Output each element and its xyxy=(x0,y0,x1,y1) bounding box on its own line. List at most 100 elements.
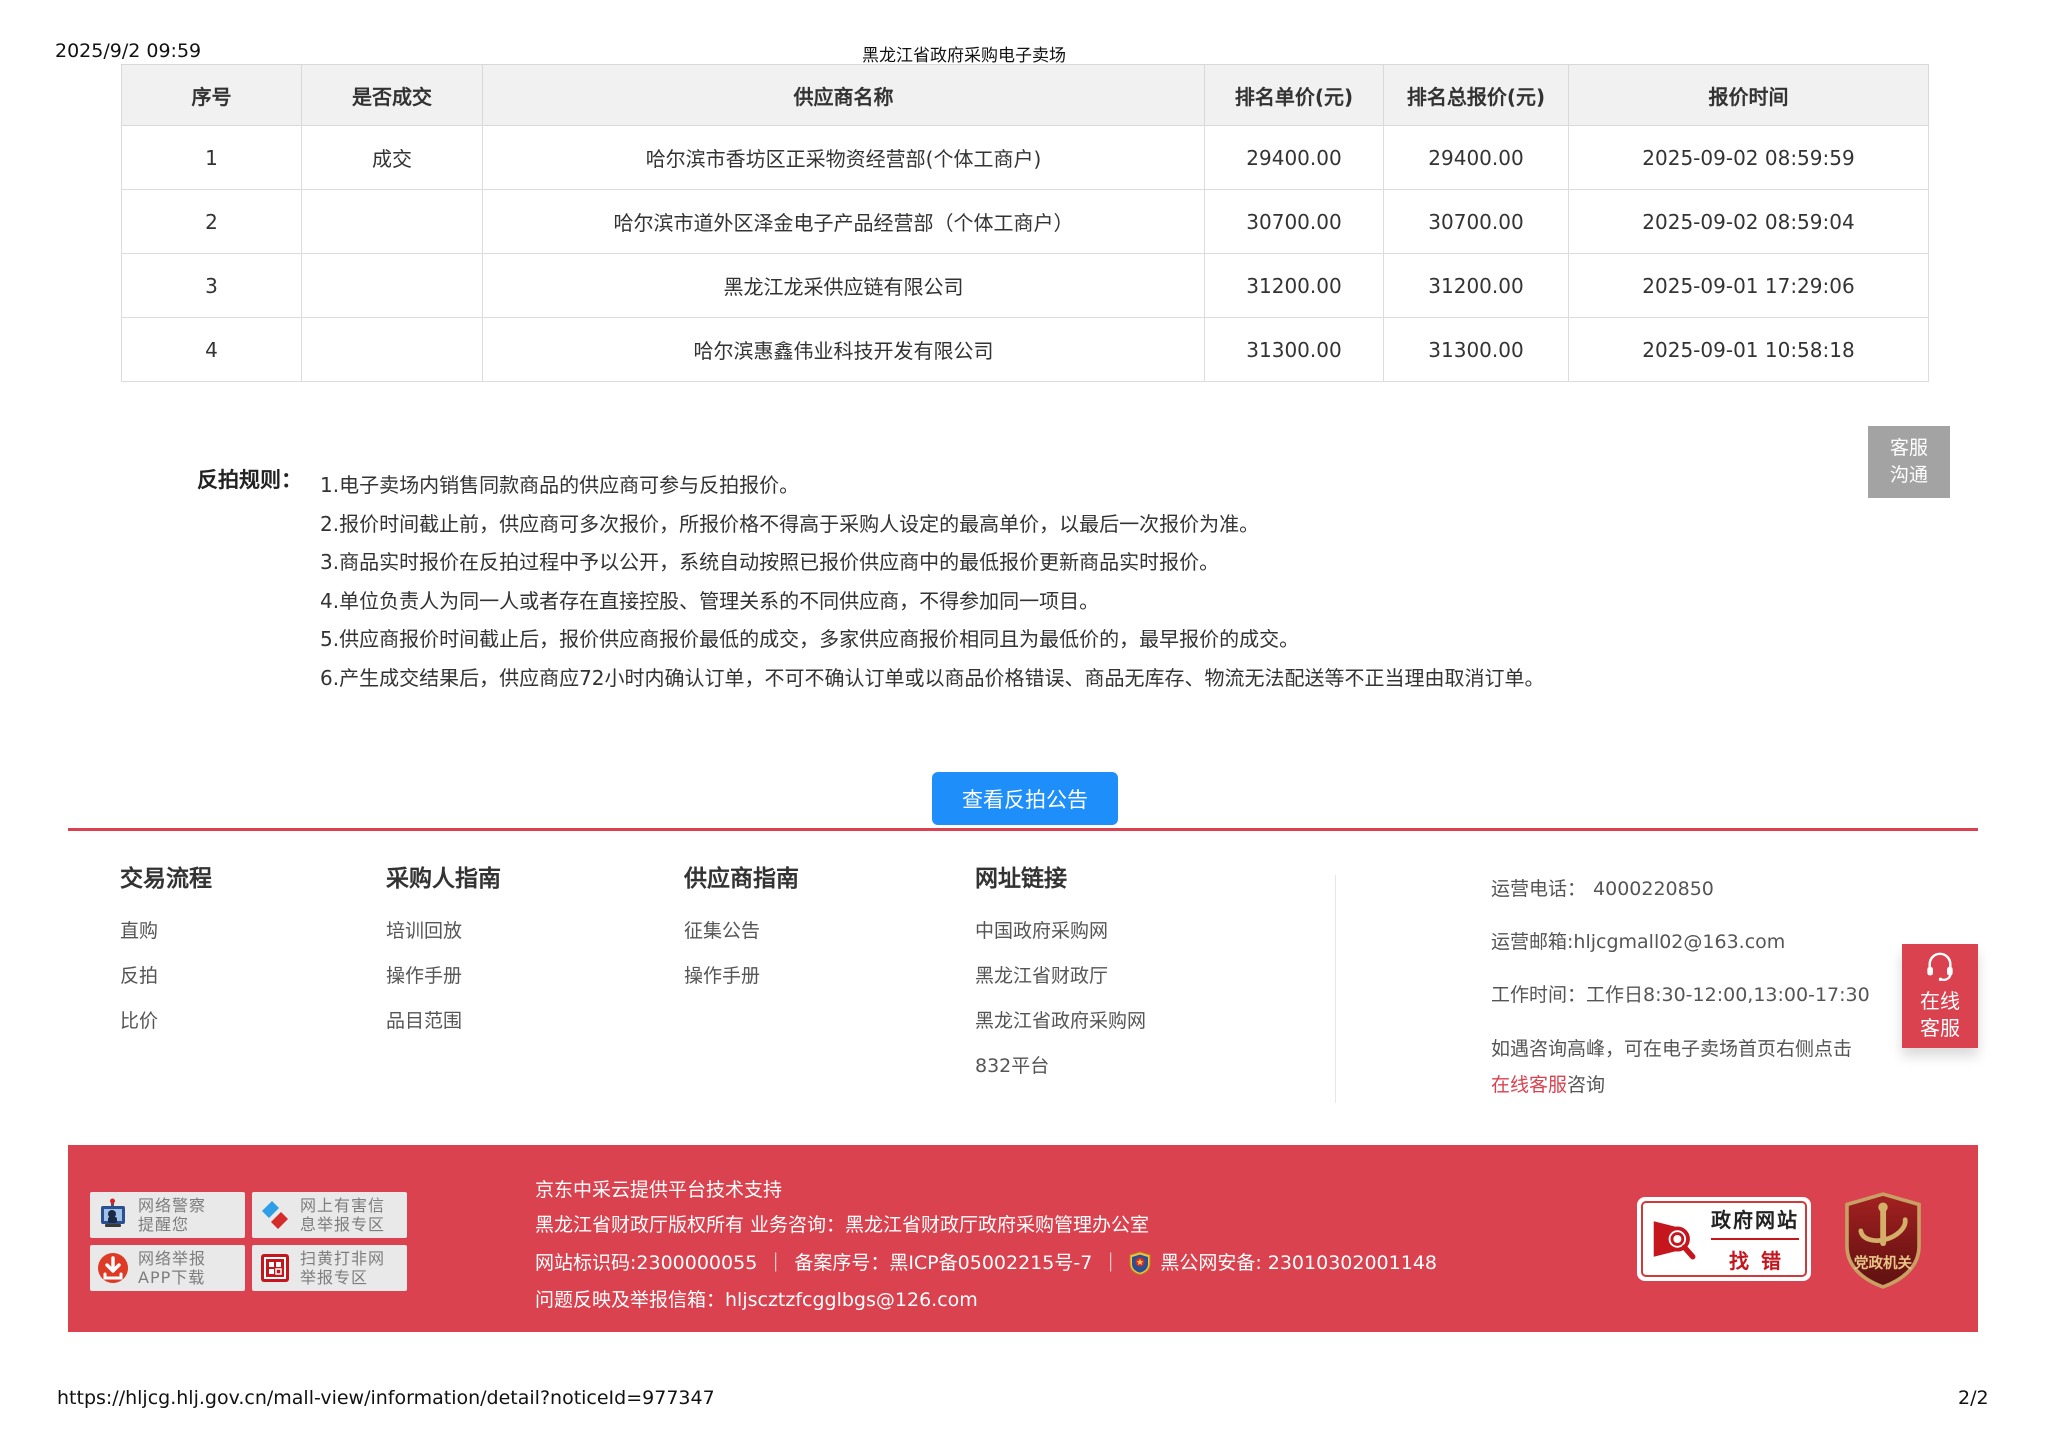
nav-column-title: 交易流程 xyxy=(120,868,212,891)
cell-total-price: 31200.00 xyxy=(1384,254,1569,318)
anti-piracy-report-badge[interactable]: 扫黄打非网 举报专区 xyxy=(252,1245,407,1291)
public-security-emblem-icon xyxy=(1129,1251,1151,1275)
rule-item: 6.产生成交结果后，供应商应72小时内确认订单，不可不确认订单或以商品价格错误、… xyxy=(320,659,1740,698)
cell-index: 4 xyxy=(122,318,302,382)
gov-site-find-error-badge[interactable]: 政府网站 找错 xyxy=(1637,1197,1811,1281)
col-header-total-price: 排名总报价(元) xyxy=(1384,65,1569,126)
site-footer: 网络警察 提醒您 网上有害信 息举报专区 网络举报 APP下载 xyxy=(68,1145,1978,1332)
cell-unit-price: 29400.00 xyxy=(1205,126,1384,190)
chat-button-label-line1: 客服 xyxy=(1890,435,1928,462)
view-auction-announcement-button[interactable]: 查看反拍公告 xyxy=(932,772,1118,825)
contact-info-block: 运营电话： 4000220850 运营邮箱:hljcgmall02@163.com… xyxy=(1491,880,1961,1103)
table-row: 3 黑龙江龙采供应链有限公司 31200.00 31200.00 2025-09… xyxy=(122,254,1929,318)
print-footer-url: https://hljcg.hlj.gov.cn/mall-view/infor… xyxy=(57,1387,715,1409)
party-gov-org-badge[interactable]: 党政机关 xyxy=(1841,1192,1925,1289)
cell-total-price: 30700.00 xyxy=(1384,190,1569,254)
nav-link-hlj-procurement[interactable]: 黑龙江省政府采购网 xyxy=(975,1012,1146,1031)
nav-link-price-compare[interactable]: 比价 xyxy=(120,1012,212,1031)
anti-piracy-report-icon xyxy=(257,1250,293,1286)
rule-item: 2.报价时间截止前，供应商可多次报价，所报价格不得高于采购人设定的最高单价，以最… xyxy=(320,505,1740,544)
col-header-unit-price: 排名单价(元) xyxy=(1205,65,1384,126)
table-row: 1 成交 哈尔滨市香坊区正采物资经营部(个体工商户) 29400.00 2940… xyxy=(122,126,1929,190)
cell-deal-status: 成交 xyxy=(302,126,483,190)
footer-nav-column-supplier-guide: 供应商指南 征集公告 操作手册 xyxy=(684,868,799,1012)
cell-quote-time: 2025-09-02 08:59:04 xyxy=(1569,190,1929,254)
cell-index: 2 xyxy=(122,190,302,254)
footer-copyright-line: 黑龙江省财政厅版权所有 业务咨询：黑龙江省财政厅政府采购管理办公室 xyxy=(535,1216,1437,1235)
online-service-button[interactable]: 在线 客服 xyxy=(1902,944,1978,1048)
cell-supplier-name: 哈尔滨市香坊区正采物资经营部(个体工商户) xyxy=(483,126,1205,190)
find-error-label-bottom: 找错 xyxy=(1711,1245,1799,1274)
cell-deal-status xyxy=(302,318,483,382)
nav-column-title: 供应商指南 xyxy=(684,868,799,891)
find-error-label-top: 政府网站 xyxy=(1711,1204,1799,1240)
cyber-police-icon xyxy=(95,1197,131,1233)
cell-unit-price: 30700.00 xyxy=(1205,190,1384,254)
rule-item: 4.单位负责人为同一人或者存在直接控股、管理关系的不同供应商，不得参加同一项目。 xyxy=(320,582,1740,621)
red-divider-line xyxy=(68,828,1978,831)
cell-unit-price: 31300.00 xyxy=(1205,318,1384,382)
harmful-info-report-icon xyxy=(257,1197,293,1233)
nav-link-manual-purchaser[interactable]: 操作手册 xyxy=(386,967,501,986)
footer-nav-column-trade-process: 交易流程 直购 反拍 比价 xyxy=(120,868,212,1057)
col-header-quote-time: 报价时间 xyxy=(1569,65,1929,126)
table-row: 2 哈尔滨市道外区泽金电子产品经营部（个体工商户） 30700.00 30700… xyxy=(122,190,1929,254)
auction-rules-list: 1.电子卖场内销售同款商品的供应商可参与反拍报价。 2.报价时间截止前，供应商可… xyxy=(320,466,1740,698)
online-service-label-line2: 客服 xyxy=(1920,1015,1960,1042)
harmful-info-report-badge[interactable]: 网上有害信 息举报专区 xyxy=(252,1192,407,1238)
psb-number: 黑公网安备: 23010302001148 xyxy=(1160,1254,1437,1273)
nav-link-manual-supplier[interactable]: 操作手册 xyxy=(684,967,799,986)
cell-quote-time: 2025-09-02 08:59:59 xyxy=(1569,126,1929,190)
contact-notice-suffix: 咨询 xyxy=(1567,1074,1605,1096)
cell-index: 3 xyxy=(122,254,302,318)
print-page-number: 2/2 xyxy=(1958,1387,1989,1409)
nav-link-collection-notice[interactable]: 征集公告 xyxy=(684,922,799,941)
nav-link-direct-purchase[interactable]: 直购 xyxy=(120,922,212,941)
cell-supplier-name: 黑龙江龙采供应链有限公司 xyxy=(483,254,1205,318)
table-header-row: 序号 是否成交 供应商名称 排名单价(元) 排名总报价(元) 报价时间 xyxy=(122,65,1929,126)
contact-notice: 如遇咨询高峰，可在电子卖场首页右侧点击 在线客服咨询 xyxy=(1491,1031,1961,1103)
nav-link-category-scope[interactable]: 品目范围 xyxy=(386,1012,501,1031)
contact-email-line: 运营邮箱:hljcgmall02@163.com xyxy=(1491,933,1961,952)
cell-total-price: 29400.00 xyxy=(1384,126,1569,190)
report-app-download-badge[interactable]: 网络举报 APP下载 xyxy=(90,1245,245,1291)
headset-icon xyxy=(1924,951,1956,981)
nav-link-training-replay[interactable]: 培训回放 xyxy=(386,922,501,941)
contact-phone-value: 4000220850 xyxy=(1593,878,1714,900)
rule-item: 5.供应商报价时间截止后，报价供应商报价最低的成交，多家供应商报价相同且为最低价… xyxy=(320,620,1740,659)
online-service-link[interactable]: 在线客服 xyxy=(1491,1074,1567,1096)
find-error-label: 政府网站 找错 xyxy=(1711,1204,1799,1274)
nav-column-title: 采购人指南 xyxy=(386,868,501,891)
online-service-label-line1: 在线 xyxy=(1920,988,1960,1015)
nav-link-reverse-auction[interactable]: 反拍 xyxy=(120,967,212,986)
rule-item: 1.电子卖场内销售同款商品的供应商可参与反拍报价。 xyxy=(320,466,1740,505)
rules-label: 反拍规则： xyxy=(197,464,302,494)
footer-vertical-divider xyxy=(1335,875,1336,1103)
online-service-label: 在线 客服 xyxy=(1920,988,1960,1042)
customer-chat-button[interactable]: 客服 沟通 xyxy=(1868,426,1950,498)
nav-link-ccgp[interactable]: 中国政府采购网 xyxy=(975,922,1146,941)
footer-registration-line: 网站标识码:2300000055 ｜ 备案序号：黑ICP备05002215号-7… xyxy=(535,1251,1437,1275)
site-code: 网站标识码:2300000055 xyxy=(535,1254,757,1273)
footer-report-mailbox-line: 问题反映及举报信箱：hljscztzfcgglbgs@126.com xyxy=(535,1291,1437,1310)
footer-nav-column-url-links: 网址链接 中国政府采购网 黑龙江省财政厅 黑龙江省政府采购网 832平台 xyxy=(975,868,1146,1102)
footer-legal-text: 京东中采云提供平台技术支持 黑龙江省财政厅版权所有 业务咨询：黑龙江省财政厅政府… xyxy=(535,1181,1437,1326)
nav-link-hlj-finance[interactable]: 黑龙江省财政厅 xyxy=(975,967,1146,986)
reg-divider: ｜ xyxy=(766,1254,785,1273)
cell-index: 1 xyxy=(122,126,302,190)
contact-hours-line: 工作时间：工作日8:30-12:00,13:00-17:30 xyxy=(1491,986,1961,1005)
contact-notice-line2: 在线客服咨询 xyxy=(1491,1067,1961,1103)
contact-notice-line1: 如遇咨询高峰，可在电子卖场首页右侧点击 xyxy=(1491,1031,1961,1067)
print-datetime: 2025/9/2 09:59 xyxy=(55,40,201,62)
col-header-index: 序号 xyxy=(122,65,302,126)
contact-phone-line: 运营电话： 4000220850 xyxy=(1491,880,1961,899)
contact-phone-label: 运营电话： xyxy=(1491,878,1586,900)
nav-link-832-platform[interactable]: 832平台 xyxy=(975,1057,1146,1076)
col-header-supplier-name: 供应商名称 xyxy=(483,65,1205,126)
cell-deal-status xyxy=(302,254,483,318)
quotes-table: 序号 是否成交 供应商名称 排名单价(元) 排名总报价(元) 报价时间 1 成交… xyxy=(121,64,1929,382)
cell-supplier-name: 哈尔滨惠鑫伟业科技开发有限公司 xyxy=(483,318,1205,382)
nav-column-title: 网址链接 xyxy=(975,868,1146,891)
party-gov-shield-icon: 党政机关 xyxy=(1841,1192,1925,1289)
cyber-police-badge[interactable]: 网络警察 提醒您 xyxy=(90,1192,245,1238)
